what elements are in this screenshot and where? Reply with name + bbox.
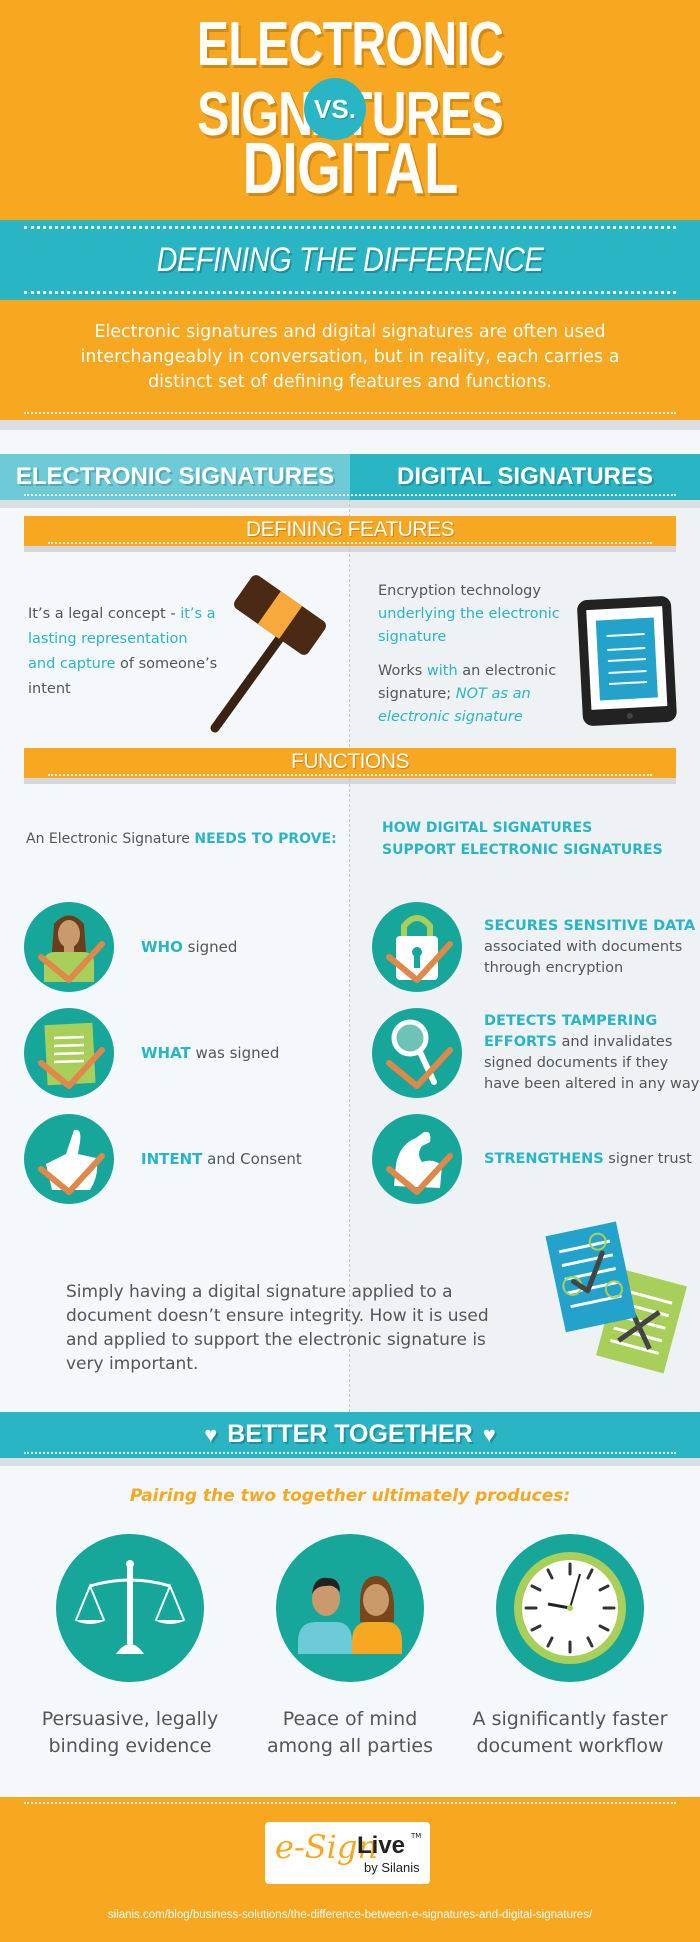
two-people-icon [276,1534,424,1682]
comparison-section: ELECTRONIC SIGNATURES DIGITAL SIGNATURES… [0,454,700,1412]
feature-text-highlight: underlying the electronic signature [378,606,560,645]
intro-line: SUPPORT ELECTRONIC SIGNATURES [382,842,663,858]
function-label: DETECTS TAMPERING EFFORTS and invalidate… [484,1011,700,1095]
padlock-check-icon [372,902,462,992]
person-check-icon [24,902,114,992]
intro-text: Electronic signatures and digital signat… [80,322,620,392]
function-item: WHAT was signed [0,1000,350,1106]
benefit-label: Peace of mind among all parties [267,1708,433,1757]
defining-features-heading: DEFINING FEATURES [245,518,455,541]
benefit-item: Peace of mind among all parties [250,1522,450,1797]
function-item: SECURES SENSITIVE DATA associated with d… [350,894,700,1000]
defining-features-bar: DEFINING FEATURES [24,516,676,546]
functions-intro: An Electronic Signature NEEDS TO PROVE: … [0,784,700,894]
digital-functions: SECURES SENSITIVE DATA associated with d… [350,894,700,1212]
feature-digital-text-2: Works with an electronic signature; NOT … [378,660,578,729]
function-text: associated with documents through encryp… [484,938,683,976]
footer: e-Sign Live TM by Silanis silanis.com/bl… [0,1797,700,1942]
function-text: was signed [190,1043,280,1062]
function-keyword: SECURES SENSITIVE DATA [484,917,696,934]
feature-text-plain: Encryption technology [378,583,541,599]
divider-dots [24,494,676,496]
function-label: WHAT was signed [141,1043,279,1064]
hero-header: ELECTRONIC SIGNATURES VS. DIGITAL SIGNAT… [0,0,700,291]
function-items: WHO signed WHAT was signed INTENT and Co… [0,894,700,1212]
defining-features: It’s a legal concept - it’s a lasting re… [0,552,700,748]
benefit-item: A significantly faster document workflow [470,1522,670,1797]
header-shadow [0,500,700,508]
logo-trademark: TM [411,1832,422,1840]
benefit-label: Persuasive, legally binding evidence [41,1708,219,1757]
function-label: WHO signed [141,937,237,958]
column-headers: ELECTRONIC SIGNATURES DIGITAL SIGNATURES [0,454,700,500]
heart-icon: ♥ [204,1422,218,1447]
function-keyword: WHO [141,937,183,956]
function-item: INTENT and Consent [0,1106,350,1212]
feature-electronic-text: It’s a legal concept - it’s a lasting re… [28,602,218,702]
better-together-section: Pairing the two together ultimately prod… [0,1466,700,1797]
function-item: STRENGTHENS signer trust [350,1106,700,1212]
function-label: SECURES SENSITIVE DATA associated with d… [484,916,700,979]
section-shadow [0,1458,700,1466]
feature-text-plain: It’s a legal concept - [28,606,181,622]
esignlive-logo[interactable]: e-Sign Live TM by Silanis [265,1822,430,1884]
defining-difference-heading: DEFINING THE DIFFERENCE [156,241,544,279]
divider-dots [24,1452,676,1454]
electronic-functions: WHO signed WHAT was signed INTENT and Co… [0,894,350,1212]
functions-bar: FUNCTIONS [24,748,676,778]
benefits-list: Persuasive, legally binding evidence Pea… [0,1522,700,1797]
feature-digital-text-1: Encryption technology underlying the ele… [378,580,578,649]
function-text: and Consent [202,1149,302,1168]
function-text: signer trust [603,1150,692,1167]
function-keyword: INTENT [141,1149,203,1168]
integrity-note-text: Simply having a digital signature applie… [66,1282,489,1374]
feature-text-highlight: with [426,663,458,679]
divider-dots [48,774,652,776]
intro-plain: An Electronic Signature [26,831,195,847]
divider-dots [24,1802,676,1804]
gavel-icon [210,575,326,733]
function-item: WHO signed [0,894,350,1000]
logo-live: Live [357,1832,406,1859]
function-item: DETECTS TAMPERING EFFORTS and invalidate… [350,1000,700,1106]
benefit-item: Persuasive, legally binding evidence [30,1522,230,1797]
tablet-icon [577,596,677,726]
thumbs-up-check-icon [24,1114,114,1204]
intro-section: Electronic signatures and digital signat… [0,300,700,420]
divider-dots [24,291,676,294]
feature-text-plain: Works [378,663,427,679]
defining-difference-banner: DEFINING THE DIFFERENCE [0,220,700,300]
divider-dots [24,412,676,414]
function-label: INTENT and Consent [141,1149,302,1170]
benefit-label: A significantly faster document workflow [472,1708,668,1757]
better-together-heading: ♥ BETTER TOGETHER ♥ [0,1412,700,1457]
feature-digital: Encryption technology underlying the ele… [350,552,700,748]
electronic-needs-to-prove: An Electronic Signature NEEDS TO PROVE: [0,831,350,847]
clock-icon [496,1534,644,1682]
feature-electronic: It’s a legal concept - it’s a lasting re… [0,552,350,748]
function-keyword: STRENGTHENS [484,1150,604,1167]
function-label: STRENGTHENS signer trust [484,1149,692,1170]
intro-line: HOW DIGITAL SIGNATURES [382,820,593,836]
integrity-note: Simply having a digital signature applie… [0,1212,700,1412]
section-shadow [0,420,700,430]
divider-dots [48,542,652,544]
pairing-subtitle: Pairing the two together ultimately prod… [129,1486,571,1506]
intro-highlight: NEEDS TO PROVE: [194,831,337,847]
heart-icon: ♥ [482,1422,496,1447]
function-keyword: WHAT [141,1043,191,1062]
documents-check-cross-icon [545,1221,687,1374]
function-text: signed [182,937,238,956]
logo-by-silanis: by Silanis [364,1860,420,1875]
how-digital-supports: HOW DIGITAL SIGNATURES SUPPORT ELECTRONI… [350,817,700,861]
scales-of-justice-icon [56,1534,204,1682]
source-url-link[interactable]: silanis.com/blog/business-solutions/the-… [0,1909,700,1921]
magnifier-check-icon [372,1008,462,1098]
document-check-icon [24,1008,114,1098]
better-together-title: BETTER TOGETHER [227,1420,473,1448]
better-together-banner: ♥ BETTER TOGETHER ♥ [0,1412,700,1458]
functions-heading: FUNCTIONS [291,750,410,773]
flexed-arm-check-icon [372,1114,462,1204]
